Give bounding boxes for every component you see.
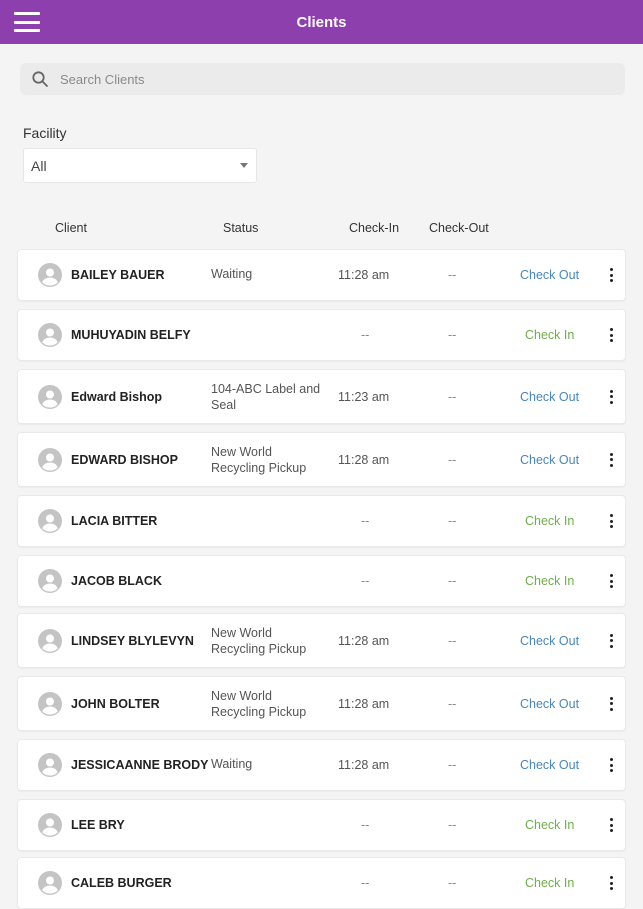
avatar-icon xyxy=(38,509,62,533)
search-icon xyxy=(20,70,60,88)
check-in-time: 11:28 am xyxy=(338,633,390,648)
check-in-time: -- xyxy=(361,328,370,342)
more-options-icon[interactable] xyxy=(606,696,616,712)
check-in-button[interactable]: Check In xyxy=(525,328,574,342)
client-row[interactable]: LACIA BITTER -- -- Check In xyxy=(17,495,626,547)
check-in-time: -- xyxy=(361,574,370,588)
check-in-time: -- xyxy=(361,818,370,832)
client-status: Waiting xyxy=(211,757,253,771)
avatar-icon xyxy=(38,691,62,716)
more-options-icon[interactable] xyxy=(606,875,616,891)
avatar-icon xyxy=(38,323,62,347)
check-out-time: -- xyxy=(448,818,457,832)
client-name[interactable]: JOHN BOLTER xyxy=(71,697,160,711)
avatar-icon xyxy=(38,384,62,409)
more-options-icon[interactable] xyxy=(606,573,616,589)
avatar-icon xyxy=(38,813,62,837)
check-in-button[interactable]: Check In xyxy=(525,514,574,528)
avatar-icon xyxy=(38,871,62,895)
avatar-icon xyxy=(38,569,62,593)
check-out-time: -- xyxy=(448,389,457,404)
check-in-time: 11:28 am xyxy=(338,696,390,711)
avatar-icon xyxy=(38,263,62,287)
check-out-button[interactable]: Check Out xyxy=(520,634,579,648)
client-name[interactable]: LINDSEY BLYLEVYN xyxy=(71,634,194,648)
client-row[interactable]: LEE BRY -- -- Check In xyxy=(17,799,626,851)
avatar-icon xyxy=(38,753,62,777)
client-row[interactable]: CALEB BURGER -- -- Check In xyxy=(17,857,626,909)
app-bar: Clients xyxy=(0,0,643,44)
check-out-time: -- xyxy=(448,268,457,282)
client-name[interactable]: EDWARD BISHOP xyxy=(71,453,178,467)
client-row[interactable]: JESSICAANNE BRODY Waiting 11:28 am -- Ch… xyxy=(17,739,626,791)
avatar-icon xyxy=(38,628,62,653)
facility-selected-value: All xyxy=(31,157,47,174)
more-options-icon[interactable] xyxy=(606,757,616,773)
more-options-icon[interactable] xyxy=(606,452,616,468)
check-out-time: -- xyxy=(448,574,457,588)
client-row[interactable]: JOHN BOLTER New World Recycling Pickup 1… xyxy=(17,676,626,731)
client-status: New World Recycling Pickup xyxy=(211,688,307,719)
check-out-button[interactable]: Check Out xyxy=(520,390,579,404)
column-header-status: Status xyxy=(223,221,259,235)
client-name[interactable]: LACIA BITTER xyxy=(71,514,157,528)
check-in-time: -- xyxy=(361,876,370,890)
more-options-icon[interactable] xyxy=(606,389,616,405)
check-in-time: 11:23 am xyxy=(338,389,390,404)
page-title: Clients xyxy=(296,13,347,31)
client-row[interactable]: JACOB BLACK -- -- Check In xyxy=(17,555,626,607)
column-header-check-out: Check-Out xyxy=(429,221,489,235)
client-name[interactable]: BAILEY BAUER xyxy=(71,268,165,282)
more-options-icon[interactable] xyxy=(606,817,616,833)
avatar-icon xyxy=(38,447,62,472)
client-status: 104-ABC Label and Seal xyxy=(211,381,321,412)
search-bar[interactable] xyxy=(20,63,625,95)
check-out-button[interactable]: Check Out xyxy=(520,268,579,282)
check-in-time: 11:28 am xyxy=(338,758,390,772)
column-header-check-in: Check-In xyxy=(349,221,400,235)
check-out-time: -- xyxy=(448,696,457,711)
check-in-time: -- xyxy=(361,514,370,528)
check-out-button[interactable]: Check Out xyxy=(520,453,579,467)
search-input[interactable] xyxy=(60,71,625,87)
check-out-time: -- xyxy=(448,452,457,467)
more-options-icon[interactable] xyxy=(606,327,616,343)
facility-label: Facility xyxy=(23,125,67,141)
client-name[interactable]: JACOB BLACK xyxy=(71,574,162,588)
column-header-client: Client xyxy=(55,221,87,235)
client-status: New World Recycling Pickup xyxy=(211,625,307,656)
client-name[interactable]: MUHUYADIN BELFY xyxy=(71,328,191,342)
check-out-time: -- xyxy=(448,328,457,342)
client-name[interactable]: Edward Bishop xyxy=(71,390,162,404)
table-header: Client Status Check-In Check-Out xyxy=(0,220,643,238)
check-in-time: 11:28 am xyxy=(338,452,390,467)
client-status: Waiting xyxy=(211,267,253,281)
hamburger-menu-icon[interactable] xyxy=(13,10,41,34)
check-out-time: -- xyxy=(448,514,457,528)
client-row[interactable]: MUHUYADIN BELFY -- -- Check In xyxy=(17,309,626,361)
check-out-button[interactable]: Check Out xyxy=(520,697,579,711)
client-row[interactable]: Edward Bishop 104-ABC Label and Seal 11:… xyxy=(17,369,626,424)
client-name[interactable]: CALEB BURGER xyxy=(71,876,172,890)
check-out-button[interactable]: Check Out xyxy=(520,758,579,772)
client-row[interactable]: EDWARD BISHOP New World Recycling Pickup… xyxy=(17,432,626,487)
client-row[interactable]: LINDSEY BLYLEVYN New World Recycling Pic… xyxy=(17,613,626,668)
check-out-time: -- xyxy=(448,876,457,890)
check-out-time: -- xyxy=(448,758,457,772)
check-in-button[interactable]: Check In xyxy=(525,876,574,890)
check-in-time: 11:28 am xyxy=(338,268,390,282)
check-in-button[interactable]: Check In xyxy=(525,818,574,832)
more-options-icon[interactable] xyxy=(606,633,616,649)
more-options-icon[interactable] xyxy=(606,513,616,529)
more-options-icon[interactable] xyxy=(606,267,616,283)
client-status: New World Recycling Pickup xyxy=(211,444,307,475)
check-out-time: -- xyxy=(448,633,457,648)
chevron-down-icon xyxy=(240,163,248,168)
facility-select[interactable]: All xyxy=(23,148,257,183)
check-in-button[interactable]: Check In xyxy=(525,574,574,588)
client-row[interactable]: BAILEY BAUER Waiting 11:28 am -- Check O… xyxy=(17,249,626,301)
client-name[interactable]: JESSICAANNE BRODY xyxy=(71,758,209,772)
client-name[interactable]: LEE BRY xyxy=(71,818,125,832)
